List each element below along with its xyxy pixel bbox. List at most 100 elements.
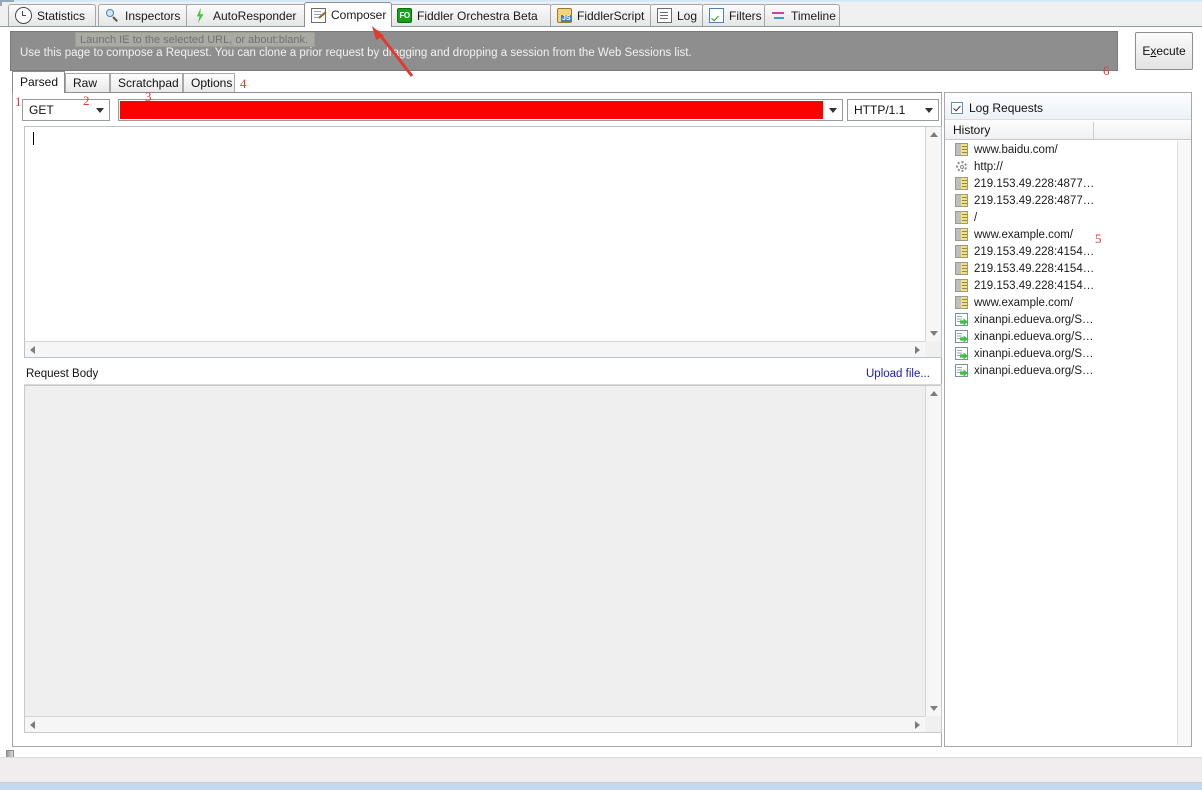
get-page-icon	[955, 279, 968, 292]
history-item-label: www.example.com/	[974, 296, 1074, 309]
annotation-5: 5	[1095, 231, 1102, 246]
list-item[interactable]: www.example.com/	[945, 294, 1177, 311]
list-item[interactable]: www.baidu.com/	[945, 141, 1177, 158]
subtab-label: Options	[191, 76, 233, 90]
request-body-editor[interactable]	[24, 385, 942, 733]
execute-button[interactable]: Ex ecute	[1135, 32, 1193, 70]
composer-sub-tabs: Parsed Raw Scratchpad Options	[12, 71, 1192, 93]
log-requests-checkbox[interactable]	[951, 101, 963, 114]
url-redacted-overlay	[120, 101, 823, 119]
status-bar-accent	[0, 783, 1202, 790]
launch-ie-tooltip: Launch IE to the selected URL, or about:…	[75, 32, 315, 47]
tab-fiddlerscript[interactable]: FiddlerScript	[550, 4, 652, 26]
scroll-left-icon[interactable]	[30, 346, 35, 354]
headers-horizontal-scrollbar[interactable]	[25, 341, 925, 357]
log-requests-label: Log Requests	[969, 100, 1044, 115]
history-item-label: xinanpi.edueva.org/S…	[974, 347, 1094, 360]
post-page-icon	[955, 364, 968, 377]
tab-fiddler-orchestra-beta[interactable]: FO Fiddler Orchestra Beta	[390, 4, 552, 26]
list-item[interactable]: 219.153.49.228:4154…	[945, 277, 1177, 294]
list-item[interactable]: 219.153.49.228:4154…	[945, 260, 1177, 277]
history-list[interactable]: www.baidu.com/ http:// 219.153.49.228:48…	[945, 141, 1177, 745]
list-item[interactable]: xinanpi.edueva.org/S…	[945, 345, 1177, 362]
scroll-right-icon[interactable]	[915, 346, 920, 354]
subtab-raw[interactable]: Raw	[65, 73, 110, 92]
timeline-icon	[771, 8, 786, 23]
subtab-options[interactable]: Options	[183, 73, 235, 92]
annotation-1: 1	[15, 94, 22, 109]
scroll-right-icon[interactable]	[915, 721, 920, 729]
clock-icon	[15, 7, 32, 24]
list-item[interactable]: xinanpi.edueva.org/S…	[945, 362, 1177, 379]
tab-composer[interactable]: Composer	[304, 2, 392, 27]
scrollbar-corner	[925, 341, 941, 357]
execute-label-after: ecute	[1156, 44, 1186, 58]
tab-filters[interactable]: Filters	[702, 4, 766, 26]
upload-file-link[interactable]: Upload file...	[866, 368, 930, 380]
get-page-icon	[955, 211, 968, 224]
annotation-2: 2	[83, 93, 90, 108]
method-dropdown[interactable]: GET	[22, 99, 110, 121]
history-item-label: 219.153.49.228:4877…	[974, 177, 1095, 190]
http-version-value: HTTP/1.1	[854, 103, 906, 117]
list-item[interactable]: xinanpi.edueva.org/S…	[945, 328, 1177, 345]
fo-icon: FO	[397, 8, 412, 23]
body-horizontal-scrollbar[interactable]	[25, 716, 925, 732]
text-caret	[33, 132, 34, 145]
chevron-down-icon	[96, 108, 104, 113]
list-item[interactable]: 219.153.49.228:4877…	[945, 192, 1177, 209]
headers-vertical-scrollbar[interactable]	[925, 127, 941, 341]
tab-autoresponder[interactable]: AutoResponder	[186, 4, 308, 26]
list-item[interactable]: http://	[945, 158, 1177, 175]
checkbox-icon	[709, 8, 724, 23]
get-page-icon	[955, 228, 968, 241]
tab-label: Timeline	[791, 8, 836, 23]
history-item-label: xinanpi.edueva.org/S…	[974, 364, 1094, 377]
annotation-4: 4	[240, 76, 247, 91]
method-value: GET	[29, 103, 54, 117]
scroll-up-icon[interactable]	[930, 391, 938, 396]
request-headers-editor[interactable]	[24, 126, 942, 358]
subtab-label: Scratchpad	[118, 76, 179, 90]
history-item-label: 219.153.49.228:4154…	[974, 245, 1095, 258]
column-divider[interactable]	[1093, 122, 1094, 139]
scroll-left-icon[interactable]	[30, 721, 35, 729]
history-item-label: 219.153.49.228:4877…	[974, 194, 1095, 207]
get-page-icon	[955, 194, 968, 207]
get-page-icon	[955, 245, 968, 258]
tab-log[interactable]: Log	[650, 4, 704, 26]
get-page-icon	[955, 143, 968, 156]
list-item[interactable]: 219.153.49.228:4154…	[945, 243, 1177, 260]
tab-inspectors[interactable]: Inspectors	[98, 4, 190, 26]
history-vertical-scrollbar[interactable]	[1177, 141, 1191, 745]
magnifier-icon	[105, 8, 120, 23]
list-item[interactable]: xinanpi.edueva.org/S…	[945, 311, 1177, 328]
request-body-label: Request Body	[26, 368, 99, 380]
log-requests-row[interactable]: Log Requests	[945, 96, 1191, 119]
bolt-icon	[193, 8, 208, 23]
history-item-label: 219.153.49.228:4154…	[974, 279, 1095, 292]
body-vertical-scrollbar[interactable]	[925, 386, 941, 716]
scroll-up-icon[interactable]	[930, 132, 938, 137]
scroll-down-icon[interactable]	[930, 706, 938, 711]
annotation-6: 6	[1103, 63, 1110, 78]
history-column-header[interactable]: History	[945, 119, 1191, 140]
http-version-dropdown[interactable]: HTTP/1.1	[847, 99, 939, 121]
tab-timeline[interactable]: Timeline	[764, 4, 840, 26]
js-icon	[557, 8, 572, 23]
list-item[interactable]: www.example.com/	[945, 226, 1177, 243]
subtab-label: Parsed	[20, 75, 59, 89]
list-item[interactable]: /	[945, 209, 1177, 226]
tab-statistics[interactable]: Statistics	[8, 4, 96, 26]
url-input[interactable]	[118, 99, 843, 121]
chevron-down-icon	[925, 108, 933, 113]
list-item[interactable]: 219.153.49.228:4877…	[945, 175, 1177, 192]
history-item-label: xinanpi.edueva.org/S…	[974, 313, 1094, 326]
history-item-label: 219.153.49.228:4154…	[974, 262, 1095, 275]
subtab-parsed[interactable]: Parsed	[12, 71, 65, 93]
subtab-label: Raw	[73, 76, 98, 90]
post-page-icon	[955, 313, 968, 326]
execute-label-before: E	[1142, 44, 1151, 58]
scroll-down-icon[interactable]	[930, 331, 938, 336]
annotation-3: 3	[145, 89, 152, 104]
